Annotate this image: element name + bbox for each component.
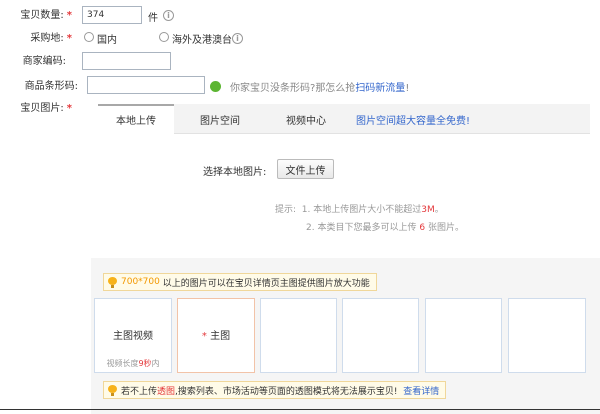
origin-domestic-radio[interactable]: [84, 32, 94, 42]
required-mark: *: [66, 103, 72, 114]
tab-image-space[interactable]: 图片空间: [200, 112, 240, 127]
image-slot-3[interactable]: [260, 298, 337, 373]
image-slot-main[interactable]: * 主图: [177, 298, 255, 373]
barcode-label: 商品条形码:: [24, 81, 78, 92]
image-source-tabs: 本地上传 图片空间 视频中心 图片空间超大容量全免费!: [98, 104, 590, 135]
transparent-image-notice: 若不上传 透图 ,搜索列表、市场活动等页面的透图模式将无法展示宝贝! 查看详情: [103, 381, 447, 399]
image-slot-5[interactable]: [425, 298, 502, 373]
quantity-label: 宝贝数量: *: [20, 10, 72, 21]
view-details-link[interactable]: 查看详情: [403, 384, 439, 397]
tab-video-center[interactable]: 视频中心: [286, 112, 326, 127]
origin-label: 采购地: *: [30, 33, 72, 44]
info-icon[interactable]: i: [163, 10, 174, 21]
required-mark: *: [201, 331, 207, 342]
quantity-input[interactable]: [82, 6, 142, 24]
origin-overseas-label: 海外及港澳台: [172, 35, 232, 46]
origin-domestic-label: 国内: [97, 35, 117, 46]
upload-tip-1: 提示: 1. 本地上传图片大小不能超过3M。: [275, 205, 444, 215]
quantity-unit: 件: [148, 13, 158, 24]
images-label: 宝贝图片: *: [20, 103, 72, 114]
lightbulb-icon: [108, 276, 117, 288]
video-length-hint: 视频长度9秒内: [106, 359, 160, 368]
barcode-hint: 你家宝贝没条形码?那怎么抢扫码新流量!: [230, 83, 410, 94]
required-mark: *: [66, 33, 72, 44]
local-upload-panel: 选择本地图片: 文件上传 提示: 1. 本地上传图片大小不能超过3M。 2. 本…: [98, 134, 590, 258]
divider: [0, 409, 600, 410]
merchant-code-input[interactable]: [82, 52, 171, 70]
scan-traffic-link[interactable]: 扫码新流量: [355, 83, 405, 94]
image-space-promo-link[interactable]: 图片空间超大容量全免费!: [356, 112, 470, 127]
origin-overseas-radio[interactable]: [159, 32, 169, 42]
required-mark: *: [66, 10, 72, 21]
file-upload-button[interactable]: 文件上传: [277, 159, 334, 179]
image-slot-4[interactable]: [342, 298, 419, 373]
image-slot-video[interactable]: 主图视频 视频长度9秒内: [94, 298, 172, 373]
lightbulb-icon: [108, 384, 117, 396]
select-local-image-label: 选择本地图片:: [203, 167, 267, 178]
merchant-code-label: 商家编码:: [22, 56, 66, 67]
zoom-notice: 700*700 以上的图片可以在宝贝详情页主图提供图片放大功能: [103, 273, 377, 291]
tab-local-upload[interactable]: 本地上传: [116, 112, 156, 127]
info-icon[interactable]: i: [232, 33, 243, 44]
status-check-icon: [210, 81, 221, 92]
barcode-input[interactable]: [87, 76, 205, 94]
upload-tip-2: 2. 本类目下您最多可以上传 6 张图片。: [306, 223, 464, 233]
image-slot-6[interactable]: [508, 298, 586, 373]
